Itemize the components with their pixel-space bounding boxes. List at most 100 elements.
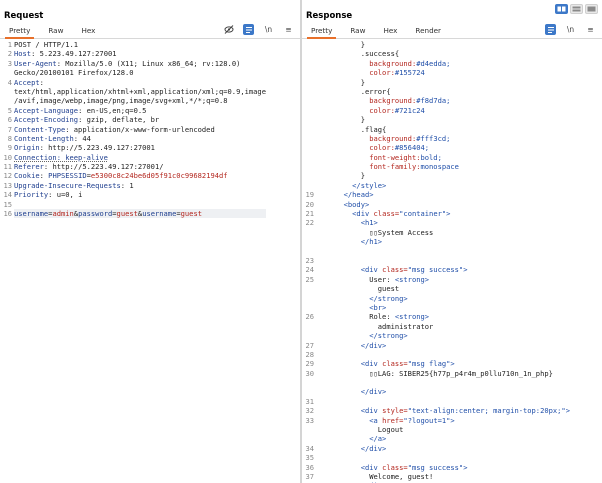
eye-slash-icon[interactable]: [223, 24, 234, 35]
response-code-line[interactable]: [318, 453, 570, 462]
request-code-line[interactable]: Host: 5.223.49.127:27001: [14, 49, 266, 58]
request-line-number: 2: [7, 49, 12, 59]
response-code-line[interactable]: Logout: [318, 425, 570, 434]
request-code-line[interactable]: Gecko/20100101 Firefox/128.0: [14, 68, 266, 77]
tab-response-hex[interactable]: Hex: [376, 22, 404, 38]
request-code-line[interactable]: [14, 200, 266, 209]
request-code-line[interactable]: /avif,image/webp,image/png,image/svg+xml…: [14, 96, 266, 105]
request-line-number: 12: [3, 171, 12, 181]
response-code-line[interactable]: </div>: [318, 341, 570, 350]
response-code-line[interactable]: <div style="text-align:center; margin-to…: [318, 406, 570, 415]
request-code-line[interactable]: POST / HTTP/1.1: [14, 40, 266, 49]
request-code-line[interactable]: Content-Length: 44: [14, 134, 266, 143]
menu-icon[interactable]: ≡: [283, 24, 294, 35]
split-vertical-icon[interactable]: [570, 4, 583, 14]
tab-request-raw[interactable]: Raw: [41, 22, 70, 38]
response-code-line[interactable]: ▯▯LAG: SIBER25{h77p_p4r4m_p0llu710n_1n_p…: [318, 369, 570, 378]
response-line-number: 35: [305, 453, 314, 463]
response-code[interactable]: } .success{ background:#d4edda; color:#1…: [318, 40, 570, 483]
response-code-line[interactable]: <div class="msg flag">: [318, 359, 570, 368]
response-code-line[interactable]: background:#d4edda;: [318, 59, 570, 68]
request-code-line[interactable]: User-Agent: Mozilla/5.0 (X11; Linux x86_…: [14, 59, 266, 68]
request-code-line[interactable]: Content-Type: application/x-www-form-url…: [14, 125, 266, 134]
request-code-line[interactable]: Referer: http://5.223.49.127:27001/: [14, 162, 266, 171]
response-code-line[interactable]: </strong>: [318, 331, 570, 340]
response-code-line[interactable]: guest: [318, 284, 570, 293]
response-code-line[interactable]: <a href="?logout=1">: [318, 416, 570, 425]
response-code-line[interactable]: </strong>: [318, 294, 570, 303]
newline-icon[interactable]: \n: [565, 24, 576, 35]
response-code-line[interactable]: color:#155724: [318, 68, 570, 77]
response-token: class=: [382, 462, 408, 472]
response-code-line[interactable]: background:#f8d7da;: [318, 96, 570, 105]
response-line-number: [302, 171, 314, 180]
request-code-line[interactable]: Origin: http://5.223.49.127:27001: [14, 143, 266, 152]
response-code-line[interactable]: .success{: [318, 49, 570, 58]
response-code-line[interactable]: color:#856404;: [318, 143, 570, 152]
response-code-line[interactable]: Role: <strong>: [318, 312, 570, 321]
menu-icon[interactable]: ≡: [585, 24, 596, 35]
response-line-number: [302, 284, 314, 293]
response-code-line[interactable]: <div class="container">: [318, 209, 570, 218]
request-code-line[interactable]: Upgrade-Insecure-Requests: 1: [14, 181, 266, 190]
response-code-line[interactable]: </div>: [318, 444, 570, 453]
response-code-line[interactable]: background:#fff3cd;: [318, 134, 570, 143]
response-code-line[interactable]: .flag{: [318, 125, 570, 134]
single-pane-icon[interactable]: [585, 4, 598, 14]
response-code-line[interactable]: }: [318, 171, 570, 180]
wrap-icon[interactable]: [545, 24, 556, 35]
wrap-icon[interactable]: [243, 24, 254, 35]
request-token: : http://5.223.49.127:27001/: [43, 162, 164, 172]
request-code-line[interactable]: Accept:: [14, 78, 266, 87]
request-code[interactable]: POST / HTTP/1.1 Host: 5.223.49.127:27001 U…: [14, 40, 266, 219]
tab-request-pretty[interactable]: Pretty: [2, 22, 37, 39]
response-code-line[interactable]: <div class="msg success">: [318, 265, 570, 274]
response-code-line[interactable]: }: [318, 40, 570, 49]
request-code-line[interactable]: username=admin&password=guest&username=g…: [14, 209, 266, 219]
response-code-line[interactable]: <br>: [318, 303, 570, 312]
response-code-line[interactable]: [318, 397, 570, 406]
response-token: <div: [318, 406, 383, 416]
request-editor[interactable]: 1 2 3 4 5 6 7 8 9 10 11 12 13 14 15 16 POST / HTTP/1.1 H…: [0, 40, 300, 483]
response-code-line[interactable]: </div>: [318, 387, 570, 396]
response-token: #155724: [394, 68, 425, 78]
request-code-line[interactable]: Priority: u=0, i: [14, 190, 266, 199]
response-code-line[interactable]: <body>: [318, 200, 570, 209]
response-code-line[interactable]: [318, 256, 570, 265]
response-code-line[interactable]: </head>: [318, 190, 570, 199]
response-code-line[interactable]: <div class="msg success">: [318, 463, 570, 472]
response-code-line[interactable]: }: [318, 78, 570, 87]
tab-response-render[interactable]: Render: [408, 22, 448, 38]
response-code-line[interactable]: </h1>: [318, 237, 570, 246]
response-code-line[interactable]: color:#721c24: [318, 106, 570, 115]
response-code-line[interactable]: </a>: [318, 434, 570, 443]
response-code-line[interactable]: ▯▯System Access: [318, 228, 570, 237]
response-code-line[interactable]: [318, 378, 570, 387]
split-horizontal-icon[interactable]: [555, 4, 568, 14]
request-code-line[interactable]: text/html,application/xhtml+xml,applicat…: [14, 87, 266, 96]
request-code-line[interactable]: Accept-Language: en-US,en;q=0.5: [14, 106, 266, 115]
response-token: font-weight:: [318, 152, 421, 162]
response-editor[interactable]: 19 20 21 22 23 24 25 26 27 28 29 30 31 32 33 34 35 36 37 }…: [302, 40, 602, 483]
request-token: : en-US,en;q=0.5: [78, 105, 147, 115]
response-code-line[interactable]: font-weight:bold;: [318, 153, 570, 162]
response-token: "msg flag">: [407, 359, 455, 369]
response-code-line[interactable]: [318, 247, 570, 256]
response-code-line[interactable]: Welcome, guest!: [318, 472, 570, 481]
response-code-line[interactable]: administrator: [318, 322, 570, 331]
request-code-line[interactable]: Accept-Encoding: gzip, deflate, br: [14, 115, 266, 124]
response-code-line[interactable]: }: [318, 115, 570, 124]
newline-icon[interactable]: \n: [263, 24, 274, 35]
response-code-line[interactable]: <h1>: [318, 218, 570, 227]
response-code-line[interactable]: .error{: [318, 87, 570, 96]
response-line-number: [302, 87, 314, 96]
tab-request-hex[interactable]: Hex: [74, 22, 102, 38]
response-code-line[interactable]: </style>: [318, 181, 570, 190]
response-code-line[interactable]: [318, 350, 570, 359]
request-code-line[interactable]: Connection: keep-alive: [14, 153, 266, 162]
request-code-line[interactable]: Cookie: PHPSESSID=e5300c8c24be6d05f91c0c…: [14, 171, 266, 180]
tab-response-pretty[interactable]: Pretty: [304, 22, 339, 39]
response-code-line[interactable]: User: <strong>: [318, 275, 570, 284]
tab-response-raw[interactable]: Raw: [343, 22, 372, 38]
response-code-line[interactable]: font-family:monospace: [318, 162, 570, 171]
